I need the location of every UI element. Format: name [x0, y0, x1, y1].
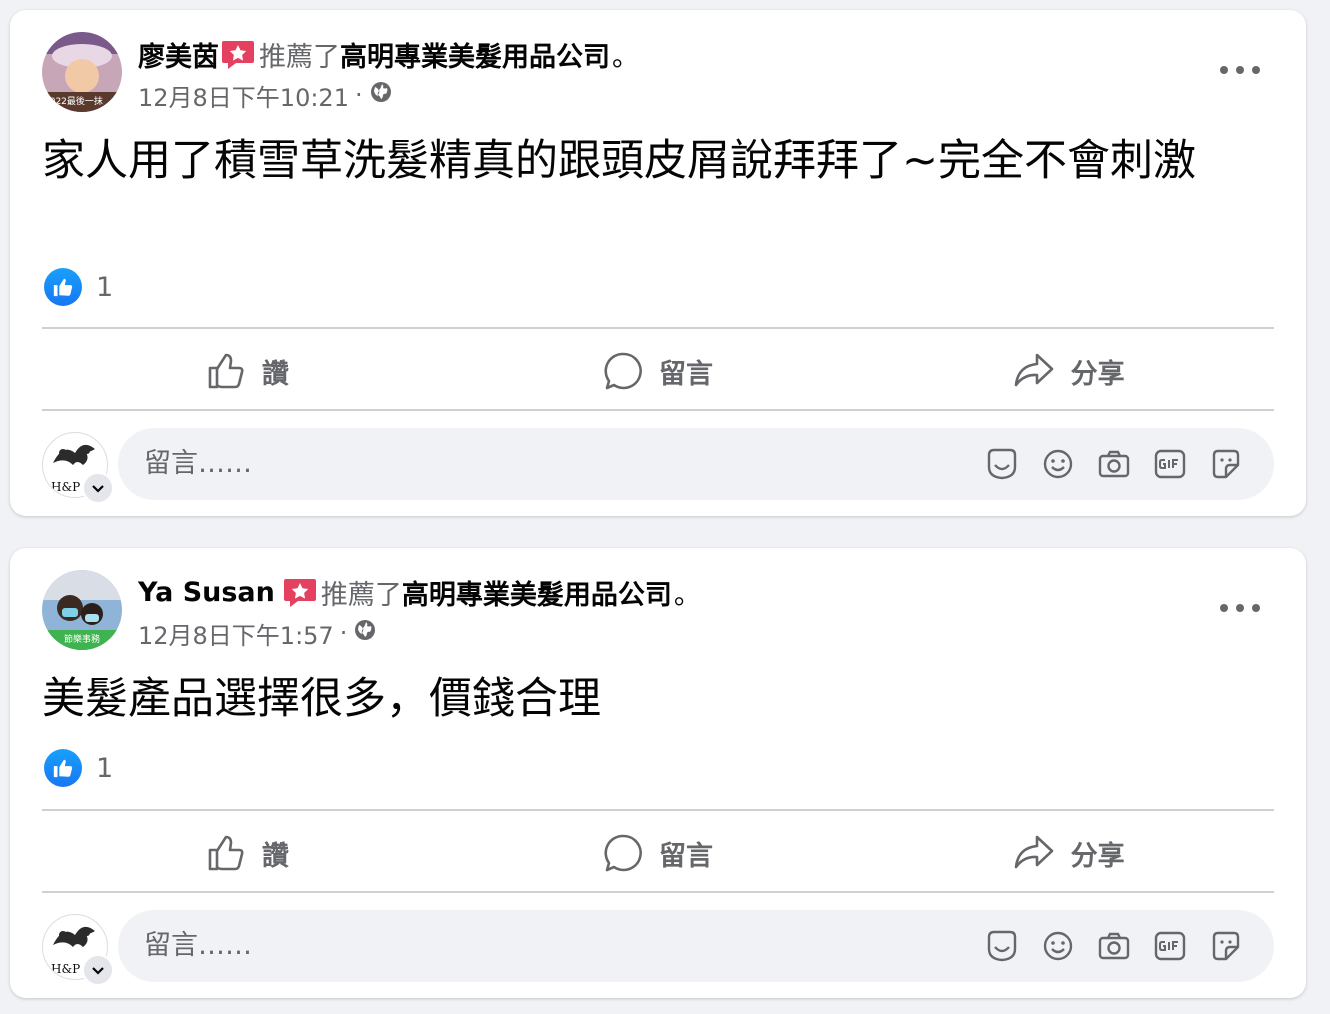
emoji-icon[interactable]	[1030, 926, 1086, 966]
divider	[42, 409, 1274, 411]
avatar-caption: 節樂事務	[64, 633, 100, 645]
comment-input[interactable]: 留言……	[118, 910, 1274, 982]
more-options-icon[interactable]	[1220, 596, 1260, 620]
reaction-summary[interactable]: 1	[44, 267, 113, 307]
post-header: 廖美茵 推薦了 高明專業美髮用品公司 。	[138, 34, 639, 74]
recommend-icon	[283, 575, 317, 609]
author-name[interactable]: 廖美茵	[138, 35, 219, 74]
share-icon	[1014, 835, 1053, 869]
comment-button-label: 留言	[659, 840, 713, 872]
sticker-icon[interactable]	[1198, 444, 1254, 484]
comment-input[interactable]: 留言……	[118, 428, 1274, 500]
share-button-label: 分享	[1070, 840, 1125, 872]
avatar-caption: 2022最後一抹	[44, 95, 103, 107]
comment-button-label: 留言	[659, 358, 713, 390]
post-text: 家人用了積雪草洗髮精真的跟頭皮屑說拜拜了~完全不會刺激	[42, 136, 1197, 186]
comment-button[interactable]: 留言	[453, 332, 864, 410]
post-header: Ya Susan 推薦了 高明專業美髮用品公司 。	[138, 572, 701, 612]
page-name[interactable]: 高明專業美髮用品公司	[340, 35, 610, 74]
comment-icon	[604, 352, 642, 390]
post-meta: 12月8日下午1:57 ·	[138, 616, 377, 651]
recommend-verb: 推薦了	[320, 579, 402, 611]
comment-button[interactable]: 留言	[453, 814, 864, 892]
gif-icon[interactable]	[1142, 444, 1198, 484]
like-count: 1	[96, 752, 114, 784]
thumbs-up-icon	[208, 835, 244, 871]
action-bar: 讚 留言 分享	[42, 332, 1274, 410]
like-button-label: 讚	[261, 358, 289, 390]
like-reaction-icon	[44, 749, 82, 787]
globe-icon	[353, 618, 377, 648]
gif-icon[interactable]	[1142, 926, 1198, 966]
sentence-end: 。	[673, 579, 701, 611]
more-options-icon[interactable]	[1220, 58, 1260, 82]
share-icon	[1014, 353, 1053, 387]
like-button[interactable]: 讚	[42, 332, 453, 410]
post-timestamp[interactable]: 12月8日下午10:21	[138, 78, 349, 113]
author-avatar[interactable]: 節樂事務	[42, 570, 122, 650]
composer-tools	[974, 428, 1254, 500]
post-text: 美髮產品選擇很多，價錢合理	[42, 674, 601, 724]
post-timestamp[interactable]: 12月8日下午1:57	[138, 616, 334, 651]
reaction-summary[interactable]: 1	[44, 748, 113, 788]
page-name[interactable]: 高明專業美髮用品公司	[402, 573, 672, 612]
post-meta: 12月8日下午10:21 ·	[138, 78, 393, 113]
sticker-icon[interactable]	[1198, 926, 1254, 966]
comment-icon	[604, 834, 642, 872]
divider	[42, 809, 1274, 811]
camera-icon[interactable]	[1086, 444, 1142, 484]
meta-separator: ·	[354, 81, 363, 109]
thumbs-up-icon	[208, 353, 244, 389]
comment-placeholder: 留言……	[144, 930, 252, 961]
author-name[interactable]: Ya Susan	[138, 577, 275, 608]
recommend-verb: 推薦了	[259, 41, 340, 73]
emoji-icon[interactable]	[1030, 444, 1086, 484]
recommend-icon	[221, 37, 255, 71]
avatar-sticker-icon[interactable]	[974, 444, 1030, 484]
post-card: 節樂事務 Ya Susan 推薦了 高明專業美髮用品公司 。 12月8日下午1:…	[10, 548, 1306, 998]
divider	[42, 891, 1274, 893]
meta-separator: ·	[339, 619, 348, 647]
comment-placeholder: 留言……	[144, 448, 252, 479]
chevron-down-icon[interactable]	[82, 954, 114, 986]
composer-tools	[974, 910, 1254, 982]
like-count: 1	[96, 271, 114, 303]
avatar-sticker-icon[interactable]	[974, 926, 1030, 966]
share-button-label: 分享	[1070, 358, 1125, 390]
like-button-label: 讚	[261, 840, 289, 872]
chevron-down-icon[interactable]	[82, 472, 114, 504]
author-avatar[interactable]: 2022最後一抹	[42, 32, 122, 112]
post-card: 2022最後一抹 廖美茵 推薦了 高明專業美髮用品公司 。 12月8日下午10:…	[10, 10, 1306, 516]
like-button[interactable]: 讚	[42, 814, 453, 892]
share-button[interactable]: 分享	[863, 814, 1274, 892]
divider	[42, 327, 1274, 329]
globe-icon	[369, 80, 393, 110]
camera-icon[interactable]	[1086, 926, 1142, 966]
sentence-end: 。	[612, 41, 639, 73]
share-button[interactable]: 分享	[863, 332, 1274, 410]
action-bar: 讚 留言 分享	[42, 814, 1274, 892]
like-reaction-icon	[44, 268, 82, 306]
